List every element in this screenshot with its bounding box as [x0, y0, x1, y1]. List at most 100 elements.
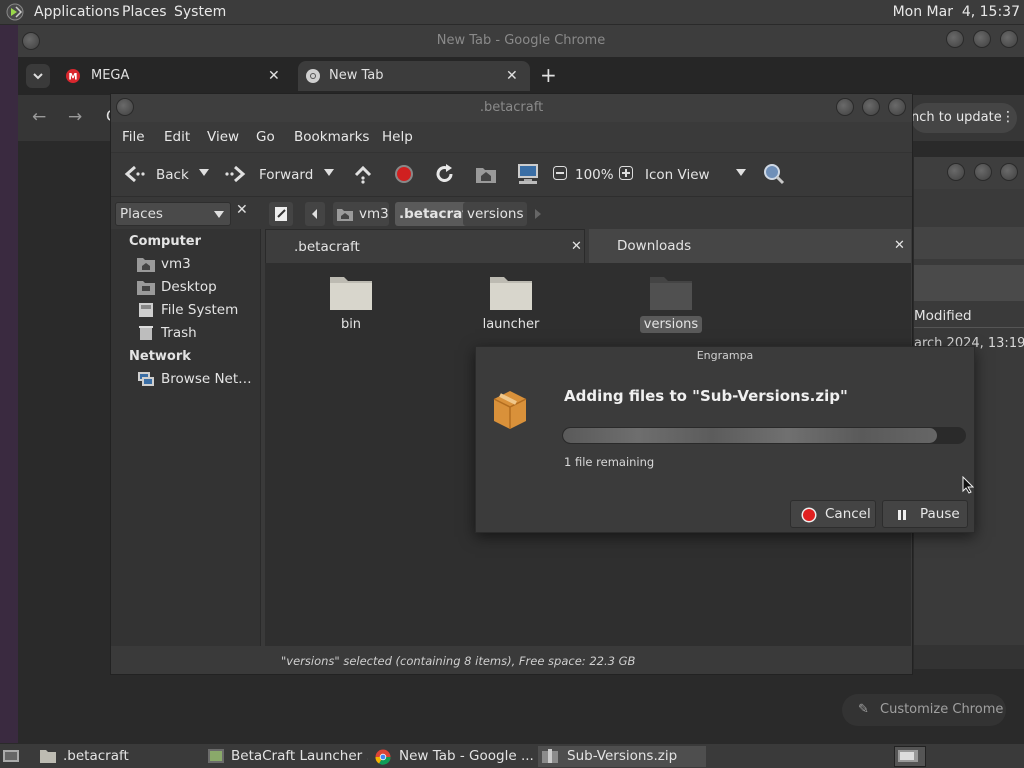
caja-maximize-button[interactable] [862, 98, 880, 116]
zoom-out-icon[interactable] [553, 166, 567, 180]
menu-go[interactable]: Go [256, 129, 275, 145]
menu-help[interactable]: Help [382, 129, 413, 145]
search-icon[interactable] [763, 163, 785, 185]
sidebar-item-label: Trash [161, 325, 197, 341]
sidebar-item-label: vm3 [161, 256, 191, 272]
clock[interactable]: Mon Mar 4, 15:37 [893, 4, 1020, 20]
chevron-down-icon[interactable] [199, 169, 209, 177]
new-tab-button[interactable]: + [540, 63, 557, 87]
menu-edit[interactable]: Edit [164, 129, 190, 145]
back-arrow-icon[interactable] [123, 164, 145, 184]
menu-bookmarks[interactable]: Bookmarks [294, 129, 369, 145]
chrome-tab-mega[interactable]: M MEGA ✕ [58, 61, 290, 91]
folder-icon [650, 277, 692, 310]
taskbar-item-chrome[interactable]: New Tab - Google ... [372, 746, 534, 767]
sidebar-item-label: Desktop [161, 279, 217, 295]
close-sidebar-icon[interactable]: ✕ [236, 202, 248, 218]
dialog-title[interactable]: Engrampa [476, 347, 974, 365]
menu-places[interactable]: Places [122, 4, 167, 20]
up-arrow-icon[interactable] [353, 164, 373, 184]
menu-file[interactable]: File [122, 129, 145, 145]
chrome-minimize-button[interactable] [946, 30, 964, 48]
tab-betacraft[interactable]: .betacraft ✕ [265, 229, 585, 263]
tab-label: .betacraft [294, 239, 360, 255]
chrome-forward-icon[interactable]: → [68, 107, 82, 127]
close-icon[interactable]: ✕ [571, 230, 582, 264]
archive-icon [542, 749, 558, 763]
chrome-titlebar[interactable]: New Tab - Google Chrome [18, 25, 1024, 57]
edit-location-button[interactable] [269, 202, 293, 226]
bg-maximize-button[interactable] [974, 163, 992, 181]
show-desktop-icon[interactable] [2, 748, 20, 764]
desktop-folder-icon [137, 281, 155, 295]
forward-arrow-icon[interactable] [225, 164, 247, 184]
chrome-update-button[interactable]: nch to update ⋮ [911, 103, 1017, 133]
bg-bar [914, 227, 1024, 259]
workspace-switcher-icon[interactable] [894, 746, 926, 767]
view-mode-select[interactable]: Icon View [645, 167, 710, 183]
customize-chrome-button[interactable]: ✎ Customize Chrome [842, 694, 1006, 726]
breadcrumb-versions[interactable]: versions [463, 202, 528, 226]
chevron-down-icon[interactable] [736, 169, 746, 177]
stop-icon[interactable] [394, 164, 414, 184]
chevron-down-icon[interactable] [324, 169, 334, 177]
chrome-window-menu-button[interactable] [22, 32, 40, 50]
chevron-right-icon[interactable] [534, 209, 542, 219]
breadcrumb-left-button[interactable] [305, 202, 325, 226]
tab-search-button[interactable] [26, 64, 50, 88]
close-icon[interactable]: ✕ [268, 61, 280, 91]
home-folder-icon[interactable] [475, 164, 497, 184]
chrome-tab-new-tab[interactable]: New Tab ✕ [298, 61, 530, 91]
back-button[interactable]: Back [156, 167, 189, 183]
menu-view[interactable]: View [207, 129, 239, 145]
bg-minimize-button[interactable] [947, 163, 965, 181]
bg-bar [914, 265, 1024, 301]
sidebar-header-computer: Computer [129, 234, 202, 249]
breadcrumb-vm3[interactable]: vm3 [333, 202, 389, 226]
caja-close-button[interactable] [888, 98, 906, 116]
forward-button[interactable]: Forward [259, 167, 313, 183]
caja-window-menu-button[interactable] [116, 98, 134, 116]
caja-minimize-button[interactable] [836, 98, 854, 116]
chrome-close-button[interactable] [1000, 30, 1018, 48]
folder-bin[interactable]: bin [306, 273, 396, 332]
chrome-maximize-button[interactable] [973, 30, 991, 48]
zoom-level[interactable]: 100% [575, 167, 614, 183]
file-manager-titlebar[interactable]: .betacraft [111, 94, 912, 122]
bg-close-button[interactable] [1000, 163, 1018, 181]
sidebar-type-select[interactable]: Places [115, 202, 231, 226]
close-icon[interactable]: ✕ [894, 229, 905, 263]
column-header-modified[interactable]: Modified [914, 308, 972, 324]
home-folder-icon [137, 258, 155, 272]
menu-applications[interactable]: Applications [34, 4, 120, 20]
folder-versions[interactable]: versions [626, 273, 716, 333]
chrome-icon [375, 749, 391, 765]
tab-downloads[interactable]: Downloads ✕ [589, 229, 911, 263]
location-bar: Places ✕ vm3 .betacraft versions [111, 197, 912, 229]
chrome-icon [306, 69, 320, 83]
taskbar-item-label: .betacraft [63, 748, 129, 764]
computer-icon[interactable] [516, 163, 540, 185]
sidebar-item-label: File System [161, 302, 239, 318]
close-icon[interactable]: ✕ [506, 61, 518, 91]
mouse-cursor-icon [962, 476, 974, 494]
taskbar-item-betacraft[interactable]: .betacraft [36, 746, 198, 767]
chevron-down-icon [214, 211, 224, 219]
pause-button[interactable]: Pause [882, 500, 968, 528]
cancel-button[interactable]: Cancel [790, 500, 876, 528]
mate-logo-icon[interactable] [6, 3, 26, 21]
progress-bar [562, 427, 966, 444]
menu-system[interactable]: System [174, 4, 226, 20]
file-manager-toolbar: Back Forward 100% Icon View [111, 152, 912, 197]
sidebar-item-label: Browse Net… [161, 371, 252, 387]
pencil-icon: ✎ [858, 702, 869, 717]
folder-launcher[interactable]: launcher [466, 273, 556, 332]
svg-text:M: M [69, 73, 78, 83]
chrome-back-icon[interactable]: ← [32, 107, 46, 127]
zoom-in-icon[interactable] [619, 166, 633, 180]
folder-name: versions [639, 316, 703, 333]
trash-icon [139, 326, 153, 340]
taskbar-item-sub-versions[interactable]: Sub-Versions.zip [538, 746, 706, 767]
taskbar-item-betacraft-launcher[interactable]: BetaCraft Launcher ... [204, 746, 368, 767]
reload-icon[interactable] [435, 163, 455, 185]
